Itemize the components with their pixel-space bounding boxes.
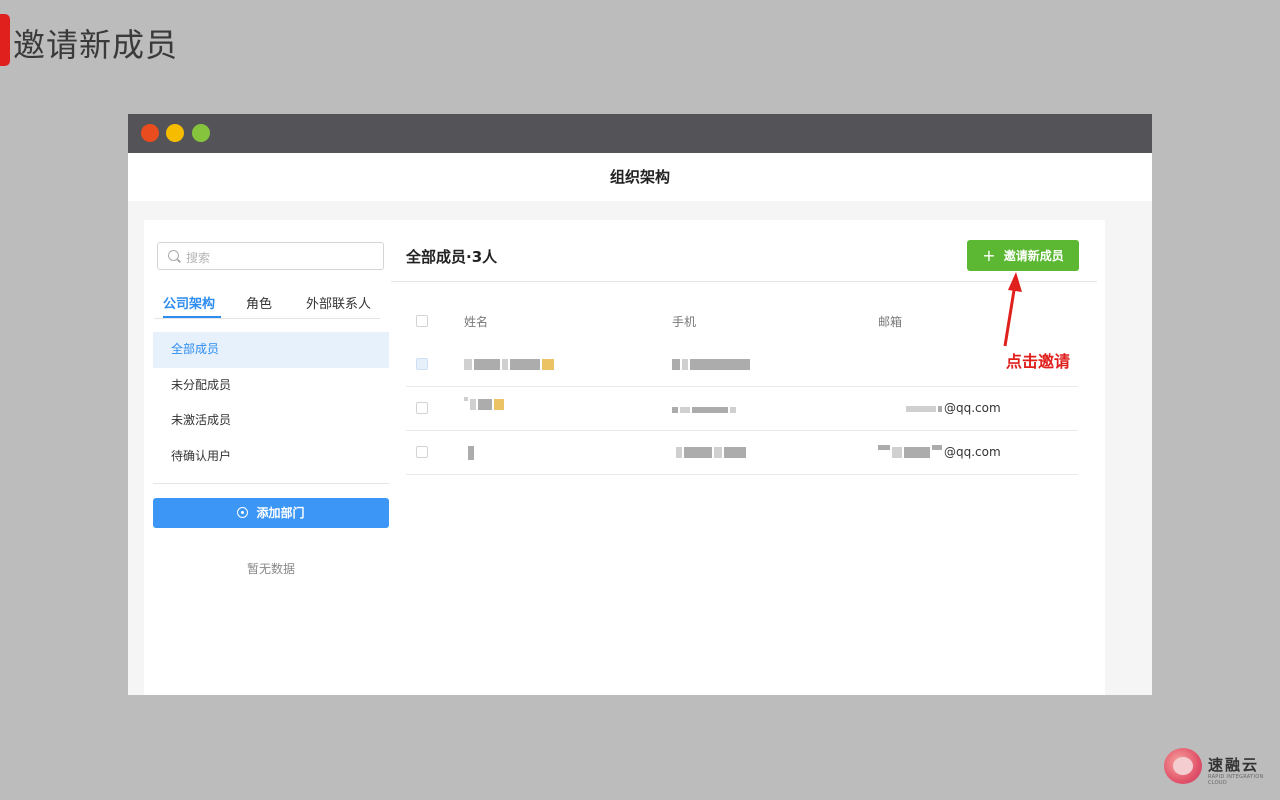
- content-panel: 搜索 公司架构 角色 外部联系人 全部成员 未分配成员 未激活成员 待确认用户 …: [144, 220, 1105, 695]
- add-department-label: 添加部门: [256, 506, 305, 520]
- sidebar: 搜索 公司架构 角色 外部联系人 全部成员 未分配成员 未激活成员 待确认用户 …: [144, 220, 404, 695]
- member-phone-redacted: [672, 402, 738, 416]
- member-filter-menu: 全部成员 未分配成员 未激活成员 待确认用户: [153, 332, 389, 474]
- brand-logo-subtitle: RAPID INTEGRATION CLOUD: [1208, 774, 1264, 786]
- brand-logo-icon: [1164, 748, 1202, 784]
- app-window: 组织架构 搜索 公司架构 角色 外部联系人 全部成员 未分配成员 未激活成员 待…: [128, 114, 1152, 695]
- maximize-window-button[interactable]: [192, 124, 210, 142]
- search-input[interactable]: 搜索: [157, 242, 384, 270]
- close-window-button[interactable]: [141, 124, 159, 142]
- click-invite-annotation: 点击邀请: [1006, 352, 1071, 371]
- search-icon: [168, 250, 179, 261]
- column-header-email: 邮箱: [878, 315, 903, 329]
- member-email: @qq.com: [906, 401, 1001, 415]
- page-header: 组织架构: [128, 153, 1152, 201]
- row-checkbox[interactable]: [416, 446, 428, 458]
- sidebar-item-pending-users[interactable]: 待确认用户: [153, 439, 389, 475]
- slide-title-accent: [0, 14, 10, 66]
- active-tab-indicator: [163, 316, 221, 318]
- member-name-redacted: [464, 357, 556, 371]
- member-count-title: 全部成员·3人: [406, 248, 498, 266]
- sidebar-item-unassigned-members[interactable]: 未分配成员: [153, 368, 389, 404]
- sidebar-tabs: 公司架构 角色 外部联系人: [154, 288, 380, 319]
- main-divider: [391, 281, 1097, 282]
- member-email-domain: @qq.com: [944, 445, 1001, 459]
- add-department-button[interactable]: 添加部门: [153, 498, 389, 528]
- sidebar-item-all-members[interactable]: 全部成员: [153, 332, 389, 368]
- brand-logo-name: 速融云: [1208, 756, 1260, 774]
- brand-logo: 速融云 RAPID INTEGRATION CLOUD: [1164, 746, 1264, 786]
- table-row[interactable]: @qq.com: [406, 431, 1078, 475]
- table-row[interactable]: [406, 343, 1078, 387]
- select-all-checkbox[interactable]: [416, 315, 428, 327]
- invite-member-label: 邀请新成员: [1003, 249, 1064, 263]
- tab-external-contacts[interactable]: 外部联系人: [306, 293, 371, 312]
- tab-company-structure[interactable]: 公司架构: [163, 293, 215, 312]
- table-row[interactable]: @qq.com: [406, 387, 1078, 431]
- sidebar-divider: [153, 483, 389, 484]
- empty-state-text: 暂无数据: [246, 562, 295, 576]
- invite-member-button[interactable]: + 邀请新成员: [967, 240, 1079, 271]
- minimize-window-button[interactable]: [166, 124, 184, 142]
- column-header-phone: 手机: [672, 315, 697, 329]
- member-phone-redacted: [672, 357, 752, 371]
- member-table: 姓名 手机 邮箱 @qq.com @qq.com: [406, 300, 1078, 475]
- member-name-redacted: [468, 445, 476, 460]
- search-placeholder: 搜索: [186, 251, 211, 265]
- add-circle-icon: [237, 507, 249, 518]
- member-list-panel: 全部成员·3人 + 邀请新成员 姓名 手机 邮箱 @qq.com @qq.com: [391, 220, 1105, 695]
- member-email-domain: @qq.com: [944, 401, 1001, 415]
- sidebar-item-inactive-members[interactable]: 未激活成员: [153, 403, 389, 439]
- member-phone-redacted: [676, 445, 748, 459]
- window-titlebar: [128, 114, 1152, 153]
- plus-icon: +: [982, 246, 996, 265]
- slide-title: 邀请新成员: [13, 26, 179, 64]
- row-checkbox[interactable]: [416, 358, 428, 370]
- column-header-name: 姓名: [464, 315, 489, 329]
- tab-roles[interactable]: 角色: [246, 293, 272, 312]
- member-name-redacted: [464, 397, 506, 411]
- member-email: @qq.com: [878, 445, 1001, 459]
- table-header-row: 姓名 手机 邮箱: [406, 300, 1078, 343]
- row-checkbox[interactable]: [416, 402, 428, 414]
